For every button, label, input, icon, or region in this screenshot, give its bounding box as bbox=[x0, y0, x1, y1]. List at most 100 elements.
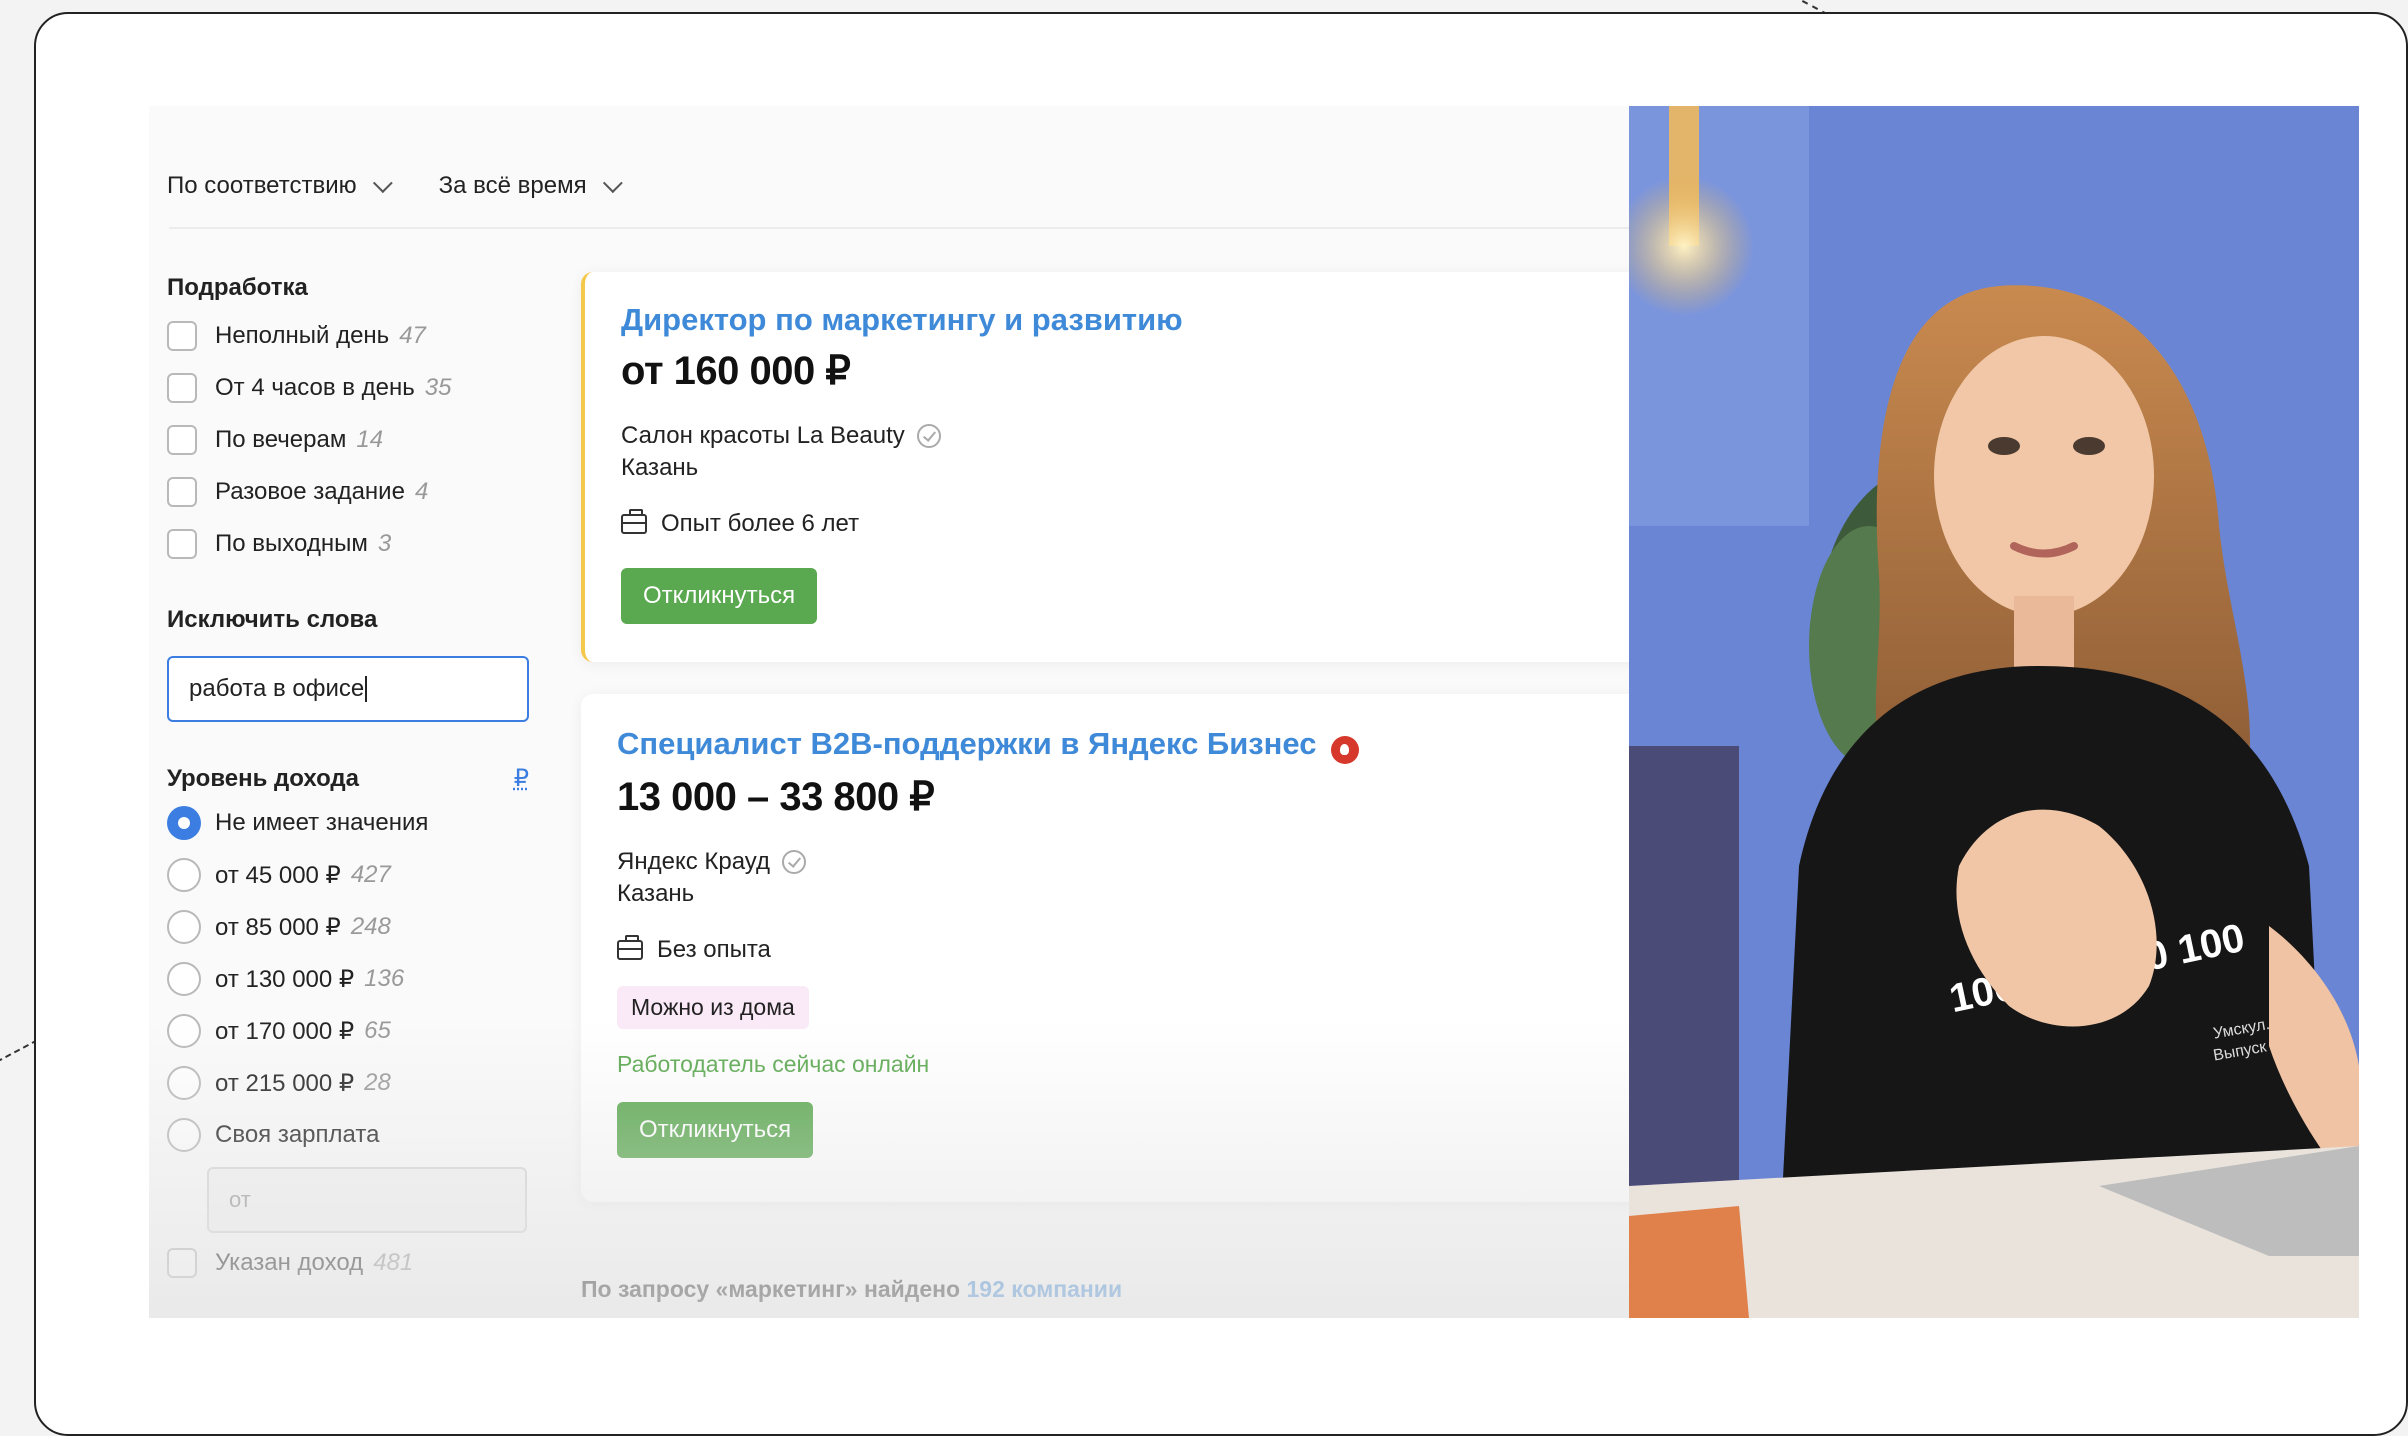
text-cursor bbox=[365, 676, 368, 702]
count: 14 bbox=[356, 426, 384, 453]
filter-radio-row[interactable]: от 45 000 ₽ 427 bbox=[167, 849, 537, 901]
custom-salary-input[interactable]: от bbox=[207, 1167, 527, 1233]
count: 47 bbox=[399, 322, 426, 349]
exclude-words-value: работа в офисе bbox=[189, 675, 365, 702]
filter-radio-row[interactable]: от 170 000 ₽ 65 bbox=[167, 1005, 537, 1057]
checkbox[interactable] bbox=[167, 373, 197, 403]
radio-label: Не имеет значения bbox=[215, 809, 429, 836]
chevron-down-icon bbox=[602, 173, 623, 194]
vacancy-salary: 13 000 – 33 800 ₽ bbox=[617, 774, 935, 819]
filter-title-exclude: Исключить слова bbox=[167, 606, 378, 633]
period-dropdown[interactable]: За всё время bbox=[439, 172, 623, 200]
presenter-image: 100 100 100 100 Умскул. Выпуск 2 bbox=[1629, 106, 2359, 1318]
vacancy-card: Директор по маркетингу и развитию от 160… bbox=[581, 272, 1645, 662]
video-frame: По соответствию За всё время Подработка … bbox=[34, 12, 2408, 1436]
checkbox-label: По вечерам bbox=[215, 426, 347, 453]
sort-dropdown-label: По соответствию bbox=[167, 172, 357, 199]
vacancy-experience: Без опыта bbox=[617, 934, 1359, 964]
vacancy-company: Салон красоты La Beauty bbox=[621, 422, 1183, 450]
radio-label: от 170 000 ₽ bbox=[215, 1017, 355, 1045]
filters-sidebar: Подработка Неполный день 47 От 4 часов в… bbox=[167, 274, 537, 1289]
filter-checkbox-row[interactable]: Неполный день 47 bbox=[167, 310, 537, 362]
filter-title-parttime: Подработка bbox=[167, 274, 308, 301]
checkbox-label: Неполный день bbox=[215, 322, 390, 349]
screen-capture: По соответствию За всё время Подработка … bbox=[149, 106, 2359, 1318]
remote-work-tag: Можно из дома bbox=[617, 985, 809, 1029]
checkbox-label: От 4 часов в день bbox=[215, 374, 415, 401]
experience-text: Без опыта bbox=[657, 935, 771, 963]
radio[interactable] bbox=[167, 1066, 201, 1100]
filter-radio-row[interactable]: Не имеет значения bbox=[167, 797, 537, 849]
checkbox[interactable] bbox=[167, 477, 197, 507]
employer-online-status: Работодатель сейчас онлайн bbox=[617, 1050, 930, 1077]
checkbox-label: Указан доход bbox=[215, 1249, 364, 1276]
divider bbox=[169, 227, 1629, 229]
filter-radio-row[interactable]: от 215 000 ₽ 28 bbox=[167, 1057, 537, 1109]
presenter-video: 100 100 100 100 Умскул. Выпуск 2 bbox=[1629, 106, 2359, 1318]
custom-salary-placeholder: от bbox=[229, 1187, 251, 1212]
experience-text: Опыт более 6 лет bbox=[661, 510, 860, 537]
apply-button[interactable]: Откликнуться bbox=[621, 568, 818, 624]
vacancy-salary: от 160 000 ₽ bbox=[621, 349, 851, 393]
radio[interactable] bbox=[167, 962, 201, 996]
checkbox-label: По выходным bbox=[215, 530, 368, 557]
briefcase-icon bbox=[621, 509, 647, 534]
radio[interactable] bbox=[167, 1118, 201, 1152]
job-search-page: По соответствию За всё время Подработка … bbox=[149, 106, 1645, 1318]
filter-title-income: Уровень дохода bbox=[167, 764, 360, 792]
vacancy-city: Казань bbox=[617, 879, 695, 907]
apply-button[interactable]: Откликнуться bbox=[617, 1101, 814, 1158]
count: 35 bbox=[424, 374, 452, 401]
company-name[interactable]: Яндекс Крауд bbox=[617, 848, 770, 876]
chevron-down-icon bbox=[372, 173, 393, 194]
filter-radio-row[interactable]: от 130 000 ₽ 136 bbox=[167, 953, 537, 1005]
count: 4 bbox=[414, 478, 429, 505]
radio-label: от 215 000 ₽ bbox=[215, 1069, 355, 1097]
filter-checkbox-row[interactable]: Разовое задание 4 bbox=[167, 466, 537, 518]
sort-bar: По соответствию За всё время bbox=[167, 156, 623, 216]
filter-radio-row[interactable]: Своя зарплата bbox=[167, 1109, 537, 1161]
checkbox[interactable] bbox=[167, 425, 197, 455]
checkbox[interactable] bbox=[167, 529, 197, 559]
count: 3 bbox=[377, 530, 392, 557]
exclude-words-input[interactable]: работа в офисе bbox=[167, 656, 529, 722]
radio[interactable] bbox=[167, 910, 201, 944]
count: 248 bbox=[350, 913, 391, 940]
checkbox[interactable] bbox=[167, 1248, 197, 1278]
sort-dropdown[interactable]: По соответствию bbox=[167, 172, 393, 200]
filter-checkbox-row[interactable]: По вечерам 14 bbox=[167, 414, 537, 466]
vacancy-title-row: Специалист B2B-поддержки в Яндекс Бизнес bbox=[617, 726, 1359, 764]
filter-checkbox-row[interactable]: От 4 часов в день 35 bbox=[167, 362, 537, 414]
checkbox[interactable] bbox=[167, 321, 197, 351]
vacancy-experience: Опыт более 6 лет bbox=[621, 509, 1183, 538]
filter-checkbox-row[interactable]: По выходным 3 bbox=[167, 518, 537, 570]
radio-label: Своя зарплата bbox=[215, 1121, 380, 1148]
companies-count-link[interactable]: 192 компании bbox=[967, 1276, 1123, 1302]
company-name[interactable]: Салон красоты La Beauty bbox=[621, 422, 905, 450]
search-summary-prefix: По запросу «маркетинг» найдено bbox=[581, 1276, 961, 1302]
count: 481 bbox=[373, 1249, 414, 1276]
count: 427 bbox=[350, 861, 391, 888]
vacancy-company: Яндекс Крауд bbox=[617, 848, 1359, 876]
radio-label: от 45 000 ₽ bbox=[215, 861, 341, 889]
briefcase-icon bbox=[617, 934, 643, 960]
vacancy-city: Казань bbox=[621, 454, 699, 481]
radio-selected[interactable] bbox=[167, 806, 201, 840]
search-summary: По запросу «маркетинг» найдено 192 компа… bbox=[581, 1276, 1122, 1303]
radio-label: от 85 000 ₽ bbox=[215, 913, 341, 941]
radio[interactable] bbox=[167, 858, 201, 892]
vacancy-card: Специалист B2B-поддержки в Яндекс Бизнес… bbox=[581, 694, 1641, 1202]
radio[interactable] bbox=[167, 1014, 201, 1048]
count: 65 bbox=[364, 1017, 391, 1044]
vacancy-title-link[interactable]: Специалист B2B-поддержки в Яндекс Бизнес bbox=[617, 726, 1316, 761]
fire-icon bbox=[1330, 735, 1359, 764]
filter-radio-row[interactable]: от 85 000 ₽ 248 bbox=[167, 901, 537, 953]
vacancy-title-link[interactable]: Директор по маркетингу и развитию bbox=[621, 302, 1183, 338]
currency-switch-link[interactable]: ₽ bbox=[514, 764, 529, 793]
filter-checkbox-row[interactable]: Указан доход 481 bbox=[167, 1237, 537, 1289]
verified-check-icon bbox=[916, 424, 941, 448]
count: 136 bbox=[364, 965, 405, 992]
count: 28 bbox=[364, 1069, 391, 1096]
radio-label: от 130 000 ₽ bbox=[215, 965, 355, 993]
checkbox-label: Разовое задание bbox=[215, 478, 405, 505]
